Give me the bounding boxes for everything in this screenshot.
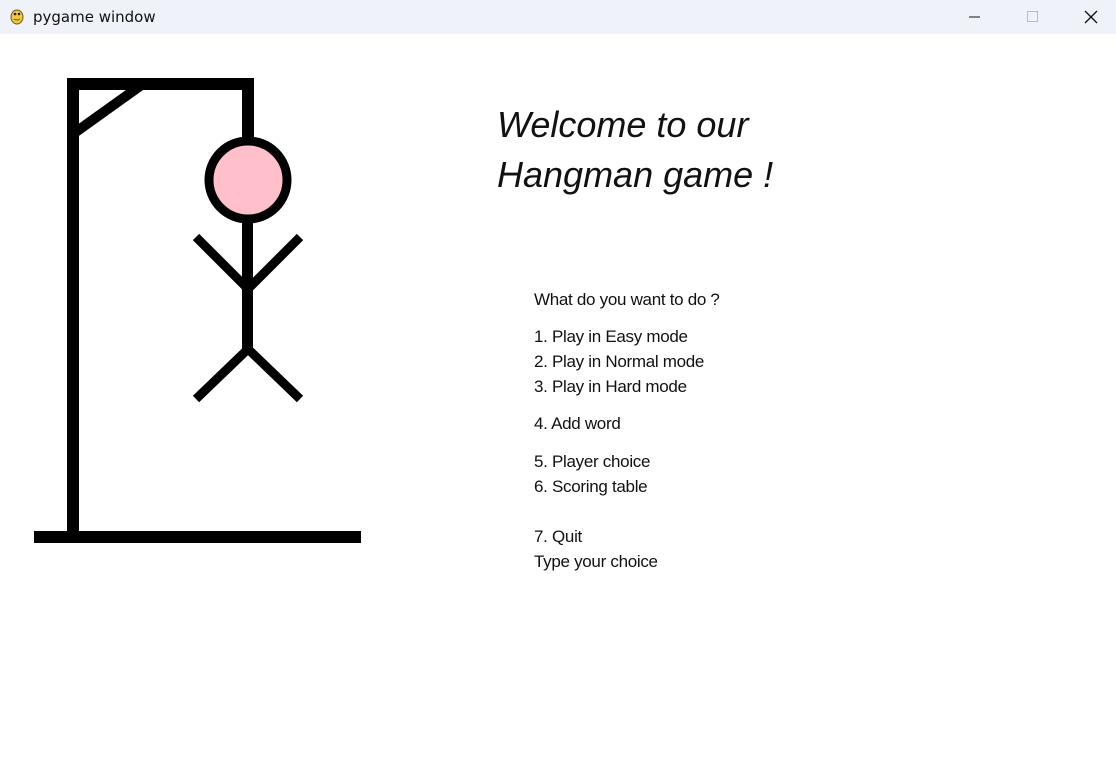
close-icon bbox=[1084, 10, 1098, 24]
hangman-left-leg bbox=[192, 345, 252, 403]
gallows-rope bbox=[242, 78, 254, 140]
gallows-pole bbox=[67, 78, 79, 537]
menu-option-scoring-table: 6. Scoring table bbox=[534, 477, 648, 496]
gallows-beam bbox=[67, 78, 254, 90]
gallows-base bbox=[34, 531, 361, 543]
maximize-button[interactable] bbox=[1004, 0, 1062, 34]
pygame-snake-icon bbox=[10, 9, 24, 25]
menu-option-normal: 2. Play in Normal mode bbox=[534, 352, 705, 371]
menu-option-player-choice: 5. Player choice bbox=[534, 452, 651, 471]
game-canvas[interactable]: Welcome to our Hangman game ! What do yo… bbox=[0, 34, 1116, 767]
welcome-line-2: Hangman game ! bbox=[497, 154, 774, 195]
welcome-title: Welcome to our Hangman game ! bbox=[497, 100, 917, 200]
menu-option-easy: 1. Play in Easy mode bbox=[534, 327, 688, 346]
menu-option-hard: 3. Play in Hard mode bbox=[534, 377, 687, 396]
hangman-right-leg bbox=[244, 345, 304, 403]
choice-input-prompt: Type your choice bbox=[534, 552, 658, 571]
menu-prompt: What do you want to do ? bbox=[534, 290, 720, 309]
minimize-icon bbox=[969, 16, 980, 18]
menu-option-quit: 7. Quit bbox=[534, 527, 582, 546]
window-titlebar[interactable]: pygame window bbox=[0, 0, 1116, 34]
hangman-right-arm bbox=[244, 233, 304, 293]
window-title: pygame window bbox=[33, 8, 156, 26]
gallows-brace bbox=[70, 81, 143, 139]
menu-option-add-word: 4. Add word bbox=[534, 414, 621, 433]
hangman-head bbox=[204, 136, 292, 224]
minimize-button[interactable] bbox=[946, 0, 1004, 34]
hangman-drawing bbox=[34, 78, 361, 543]
maximize-icon bbox=[1027, 11, 1038, 22]
welcome-line-1: Welcome to our bbox=[497, 104, 749, 145]
close-button[interactable] bbox=[1062, 0, 1116, 34]
hangman-left-arm bbox=[192, 233, 252, 293]
